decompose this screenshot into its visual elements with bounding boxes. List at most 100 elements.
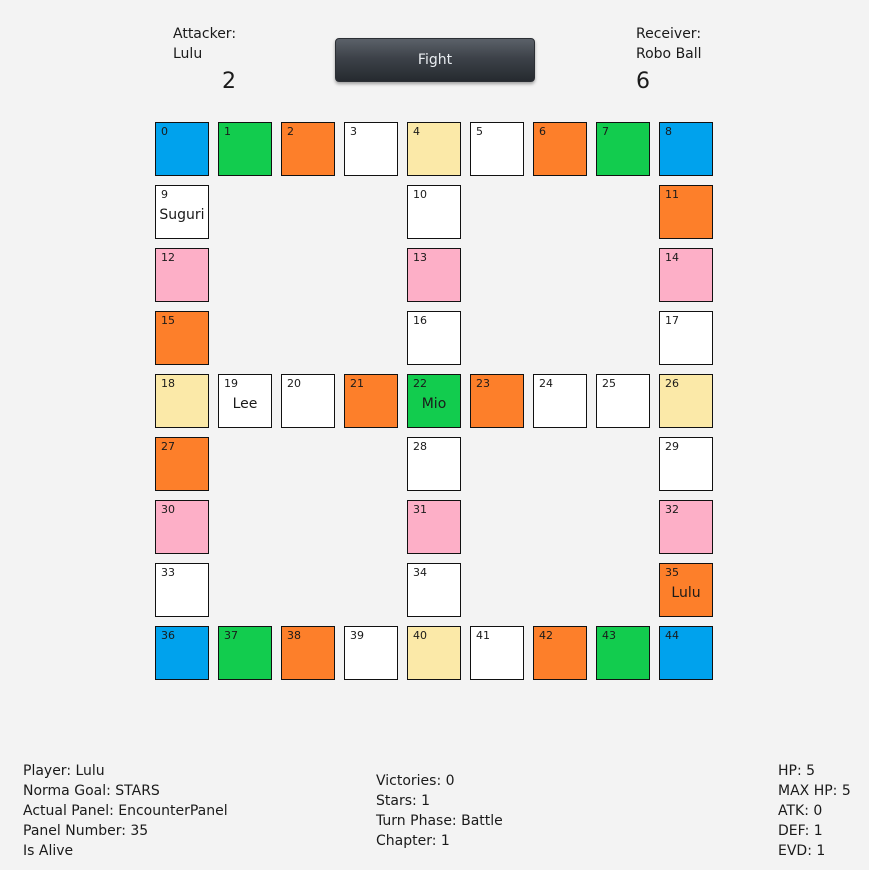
board-panel[interactable]: 23 [470, 374, 524, 428]
panel-number-label: 5 [476, 125, 483, 138]
board-panel[interactable]: 35 Lulu [659, 563, 713, 617]
panel-number-label: 43 [602, 629, 616, 642]
panel-number-label: 9 [161, 188, 168, 201]
board-panel[interactable]: 33 [155, 563, 209, 617]
board-panel[interactable]: 26 [659, 374, 713, 428]
panel-occupant: Lee [232, 396, 258, 412]
panel-number-label: 11 [665, 188, 679, 201]
panel-number-label: 31 [413, 503, 427, 516]
board-panel[interactable]: 17 [659, 311, 713, 365]
chapter: Chapter: 1 [376, 833, 450, 849]
board-panel[interactable]: 29 [659, 437, 713, 491]
turn-phase: Turn Phase: Battle [376, 813, 503, 829]
actual-panel: Actual Panel: EncounterPanel [23, 803, 228, 819]
stars: Stars: 1 [376, 793, 431, 809]
panel-number-label: 41 [476, 629, 490, 642]
panel-number-label: 44 [665, 629, 679, 642]
panel-number-label: 42 [539, 629, 553, 642]
max-hp-stat: MAX HP: 5 [778, 783, 851, 799]
board-panel[interactable]: 34 [407, 563, 461, 617]
panel-number-label: 28 [413, 440, 427, 453]
board-panel[interactable]: 10 [407, 185, 461, 239]
board-panel[interactable]: 5 [470, 122, 524, 176]
board-panel[interactable]: 28 [407, 437, 461, 491]
panel-number-label: 2 [287, 125, 294, 138]
panel-number-label: 4 [413, 125, 420, 138]
panel-occupant: Mio [421, 396, 447, 412]
board-panel[interactable]: 20 [281, 374, 335, 428]
board-panel[interactable]: 27 [155, 437, 209, 491]
panel-number-label: 27 [161, 440, 175, 453]
board-panel[interactable]: 12 [155, 248, 209, 302]
panel-number-label: 40 [413, 629, 427, 642]
board-panel[interactable]: 18 [155, 374, 209, 428]
board-panel[interactable]: 13 [407, 248, 461, 302]
norma-goal: Norma Goal: STARS [23, 783, 160, 799]
board-panel[interactable]: 37 [218, 626, 272, 680]
panel-number-label: 3 [350, 125, 357, 138]
panel-number-label: 18 [161, 377, 175, 390]
panel-number-label: 23 [476, 377, 490, 390]
panel-number-label: 26 [665, 377, 679, 390]
board-panel[interactable]: 44 [659, 626, 713, 680]
receiver-name: Robo Ball [636, 46, 702, 62]
board-panel[interactable]: 30 [155, 500, 209, 554]
attacker-label: Attacker: [173, 26, 237, 42]
panel-number-label: 16 [413, 314, 427, 327]
board-panel[interactable]: 2 [281, 122, 335, 176]
board-panel[interactable]: 43 [596, 626, 650, 680]
board-panel[interactable]: 42 [533, 626, 587, 680]
fight-button[interactable]: Fight [335, 38, 535, 82]
alive-status: Is Alive [23, 843, 74, 859]
panel-number-label: 22 [413, 377, 427, 390]
board-panel[interactable]: 39 [344, 626, 398, 680]
panel-number-label: 19 [224, 377, 238, 390]
board-panel[interactable]: 25 [596, 374, 650, 428]
board-panel[interactable]: 31 [407, 500, 461, 554]
panel-number-label: 24 [539, 377, 553, 390]
board-panel[interactable]: 38 [281, 626, 335, 680]
board-panel[interactable]: 41 [470, 626, 524, 680]
board-panel[interactable]: 8 [659, 122, 713, 176]
board-panel[interactable]: 40 [407, 626, 461, 680]
board-panel[interactable]: 3 [344, 122, 398, 176]
panel-number-label: 38 [287, 629, 301, 642]
hp-stat: HP: 5 [778, 763, 816, 779]
panel-number-label: 13 [413, 251, 427, 264]
panel-number-label: 0 [161, 125, 168, 138]
receiver-roll: 6 [636, 69, 650, 94]
evd-stat: EVD: 1 [778, 843, 826, 859]
panel-number-label: 30 [161, 503, 175, 516]
board-panel[interactable]: 32 [659, 500, 713, 554]
board-panel[interactable]: 19 Lee [218, 374, 272, 428]
panel-number-label: 20 [287, 377, 301, 390]
board-panel[interactable]: 21 [344, 374, 398, 428]
panel-number-label: 35 [665, 566, 679, 579]
board-panel[interactable]: 4 [407, 122, 461, 176]
board-panel[interactable]: 6 [533, 122, 587, 176]
player-info: Player: Lulu Norma Goal: STARS Actual Pa… [23, 761, 228, 861]
stats-info: HP: 5 MAX HP: 5 ATK: 0 DEF: 1 EVD: 1 [778, 761, 851, 861]
panel-occupant: Lulu [671, 585, 701, 601]
panel-number-label: 15 [161, 314, 175, 327]
board-panel[interactable]: 36 [155, 626, 209, 680]
panel-number-label: 14 [665, 251, 679, 264]
board-panel[interactable]: 9 Suguri [155, 185, 209, 239]
panel-number-label: 17 [665, 314, 679, 327]
board-panel[interactable]: 24 [533, 374, 587, 428]
panel-number-label: 33 [161, 566, 175, 579]
panel-number-label: 12 [161, 251, 175, 264]
panel-number-label: 39 [350, 629, 364, 642]
board-panel[interactable]: 22 Mio [407, 374, 461, 428]
panel-number-label: 34 [413, 566, 427, 579]
board-panel[interactable]: 15 [155, 311, 209, 365]
attacker-name: Lulu [173, 46, 203, 62]
board-panel[interactable]: 11 [659, 185, 713, 239]
player-name: Player: Lulu [23, 763, 105, 779]
board-panel[interactable]: 14 [659, 248, 713, 302]
board-panel[interactable]: 16 [407, 311, 461, 365]
board-panel[interactable]: 7 [596, 122, 650, 176]
board-panel[interactable]: 1 [218, 122, 272, 176]
panel-occupant: Suguri [159, 207, 205, 223]
board-panel[interactable]: 0 [155, 122, 209, 176]
